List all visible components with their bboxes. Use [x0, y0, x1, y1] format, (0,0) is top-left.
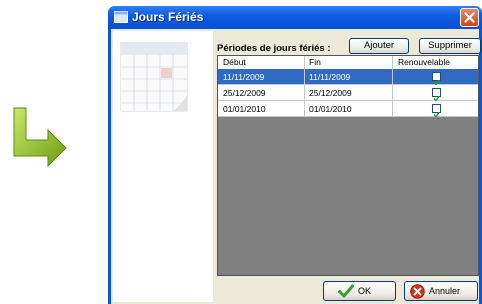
- cell-divider: [392, 101, 393, 117]
- holidays-dialog: Jours Fériés Périodes de jours fériés: …: [108, 6, 482, 304]
- delete-button[interactable]: Supprimer: [419, 38, 481, 54]
- ok-label: OK: [358, 286, 372, 296]
- checkmark-icon: [433, 111, 440, 118]
- checkmark-icon: [338, 284, 354, 298]
- grid-header: Début Fin Renouvelable: [218, 56, 478, 70]
- table-row[interactable]: 11/11/2009 11/11/2009: [218, 69, 478, 86]
- table-row[interactable]: 25/12/2009 25/12/2009: [218, 85, 478, 102]
- column-divider[interactable]: [392, 56, 393, 69]
- arrow-icon: [13, 107, 67, 168]
- calendar-icon: [120, 42, 188, 112]
- title-bar[interactable]: Jours Fériés: [108, 6, 482, 29]
- window-icon: [114, 11, 128, 23]
- window-title: Jours Fériés: [132, 10, 204, 24]
- column-divider[interactable]: [304, 56, 305, 69]
- column-header-start[interactable]: Début: [223, 57, 246, 67]
- add-button[interactable]: Ajouter: [349, 38, 409, 54]
- cell-divider: [392, 69, 393, 85]
- cell-divider: [304, 101, 305, 117]
- cell-divider: [304, 69, 305, 85]
- close-button[interactable]: [460, 8, 479, 27]
- cell-end: 25/12/2009: [309, 88, 352, 98]
- cancel-button[interactable]: Annuler: [404, 281, 478, 301]
- close-icon: [464, 12, 475, 23]
- cell-start: 01/01/2010: [223, 104, 266, 114]
- cell-start: 25/12/2009: [223, 88, 266, 98]
- cell-divider: [392, 85, 393, 101]
- cell-start: 11/11/2009: [223, 72, 265, 82]
- dialog-client-area: Périodes de jours fériés : Ajouter Suppr…: [111, 29, 481, 304]
- table-row[interactable]: 01/01/2010 01/01/2010: [218, 101, 478, 118]
- cancel-icon: [410, 284, 425, 299]
- section-label: Périodes de jours fériés :: [217, 43, 331, 54]
- cell-end: 11/11/2009: [309, 72, 351, 82]
- holidays-grid[interactable]: Début Fin Renouvelable 11/11/2009 11/11/…: [217, 55, 479, 276]
- ok-button[interactable]: OK: [323, 281, 396, 301]
- cancel-label: Annuler: [429, 286, 461, 296]
- cell-end: 01/01/2010: [309, 104, 352, 114]
- side-image-panel: [113, 31, 213, 302]
- cell-divider: [304, 85, 305, 101]
- renewable-checkbox[interactable]: [432, 72, 441, 86]
- renewable-checkbox[interactable]: [432, 88, 441, 102]
- column-header-renewable[interactable]: Renouvelable: [398, 57, 450, 67]
- renewable-checkbox[interactable]: [432, 104, 441, 118]
- column-header-end[interactable]: Fin: [309, 57, 321, 67]
